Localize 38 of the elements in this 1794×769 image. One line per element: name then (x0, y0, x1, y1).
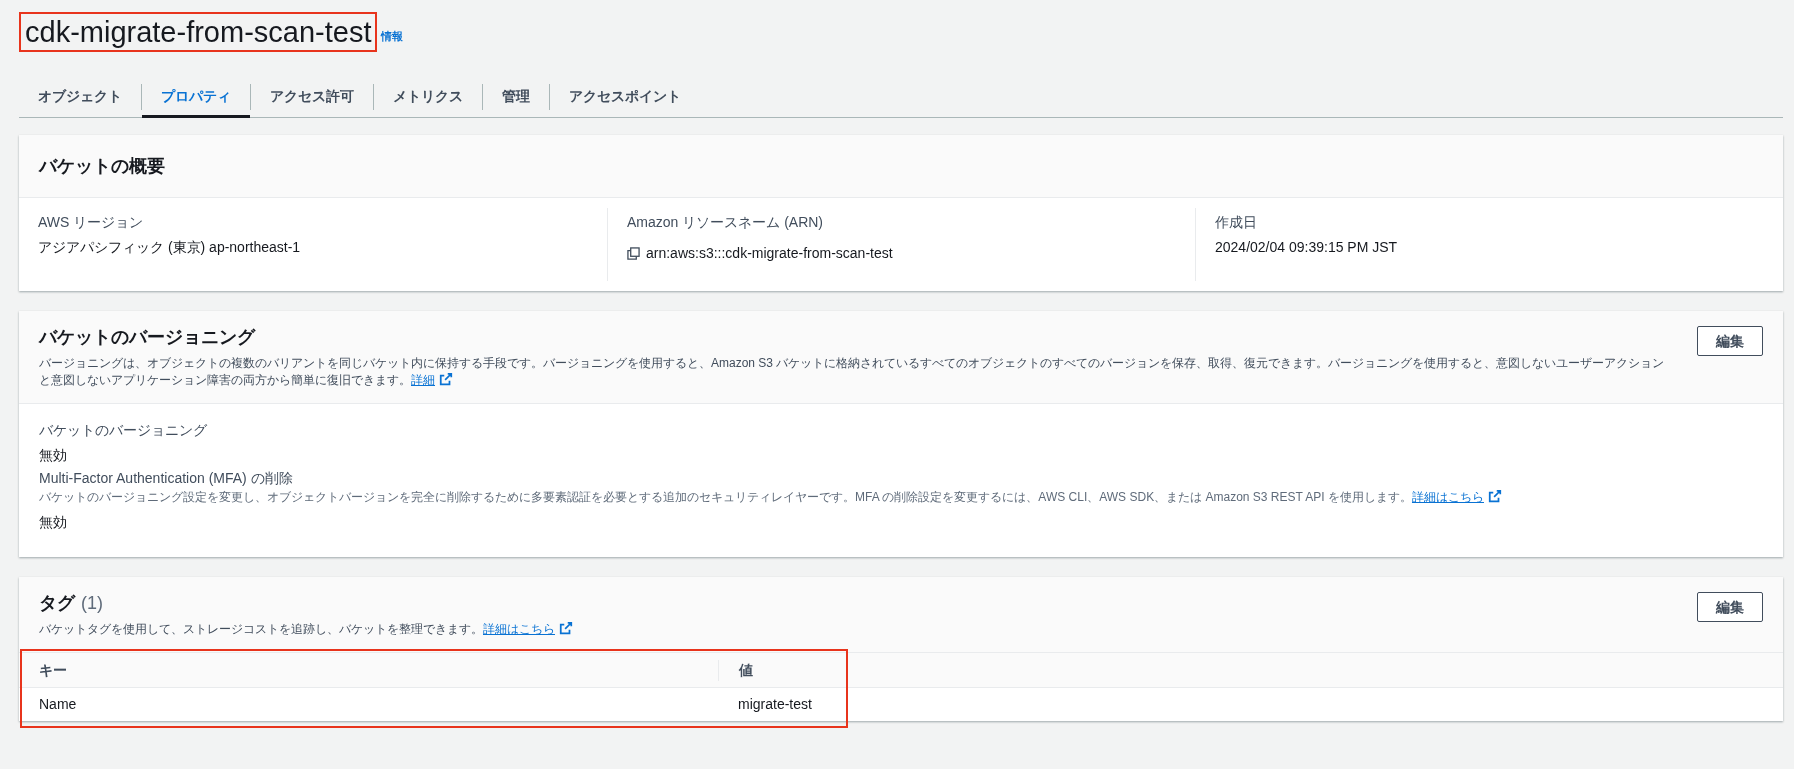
column-header: キー (38, 660, 68, 680)
section-title: バケットの概要 (39, 154, 165, 178)
page-title: cdk-migrate-from-scan-test (25, 15, 372, 50)
copy-icon[interactable] (627, 247, 640, 260)
learn-more-link[interactable]: 詳細はこちら (1411, 490, 1484, 504)
section-description: バケットタグを使用して、ストレージコストを追跡し、バケットを整理できます。詳細はこちら (39, 621, 1667, 638)
external-link-icon (439, 372, 453, 386)
external-link-icon (1487, 489, 1502, 503)
field-value: 無効 (39, 446, 68, 465)
edit-button[interactable]: 編集 (1697, 592, 1763, 622)
field-value: 無効 (39, 513, 68, 532)
tag-count: (1) (81, 592, 103, 615)
section-title: バケットのバージョニング (39, 326, 255, 349)
field-value: 2024/02/04 09:39:15 PM JST (1215, 238, 1398, 257)
field-label: AWS リージョン (38, 213, 145, 232)
section-description: バージョニングは、オブジェクトの複数のバリアントを同じバケット内に保持する手段です。バージョニングを使用すると、Amazon S3 バケットに格納されているすべてのオブジェクトのすべてのバージョンを保存、取得、復元できます。バージョニングを使用すると、意図しないユーザーアクションと意図しないアプリケーション障害の両方から簡単に復旧できます。詳細 (39, 355, 1666, 389)
column-header: 値 (718, 659, 1783, 681)
field-label: Multi-Factor Authentication (MFA) の削除 (39, 469, 294, 488)
edit-button[interactable]: 編集 (1697, 326, 1763, 356)
field-label: 作成日 (1215, 213, 1258, 232)
section-title: タグ (39, 592, 75, 615)
tab[interactable]: アクセス許可 (251, 75, 373, 118)
field-label: バケットのバージョニング (39, 421, 208, 440)
tab[interactable]: メトリクス (374, 75, 482, 118)
tab[interactable]: オブジェクト (19, 75, 141, 118)
table-cell-text: Name (38, 695, 78, 714)
tab[interactable]: プロパティ (142, 75, 250, 118)
info-link[interactable]: 情報 (381, 27, 404, 44)
tab[interactable]: アクセスポイント (550, 75, 700, 118)
external-link-icon (559, 621, 573, 635)
learn-more-link[interactable]: 詳細 (411, 373, 435, 387)
field-label: Amazon リソースネーム (ARN) (627, 213, 825, 232)
learn-more-link[interactable]: 詳細はこちら (483, 622, 555, 636)
table-cell-text: migrate-test (737, 695, 813, 714)
tab[interactable]: 管理 (483, 75, 549, 118)
field-value: アジアパシフィック (東京) ap-northeast-1 (38, 238, 301, 257)
field-value: arn:aws:s3:::cdk-migrate-from-scan-test (646, 244, 893, 263)
field-description: バケットのバージョニング設定を変更し、オブジェクトバージョンを完全に削除するために多要素認証を必要とする追加のセキュリティレイヤーです。MFA の削除設定を変更するには、AWS CLI、AWS SDK、または Amazon S3 REST API を使用します。詳細はこちら (39, 489, 1763, 506)
